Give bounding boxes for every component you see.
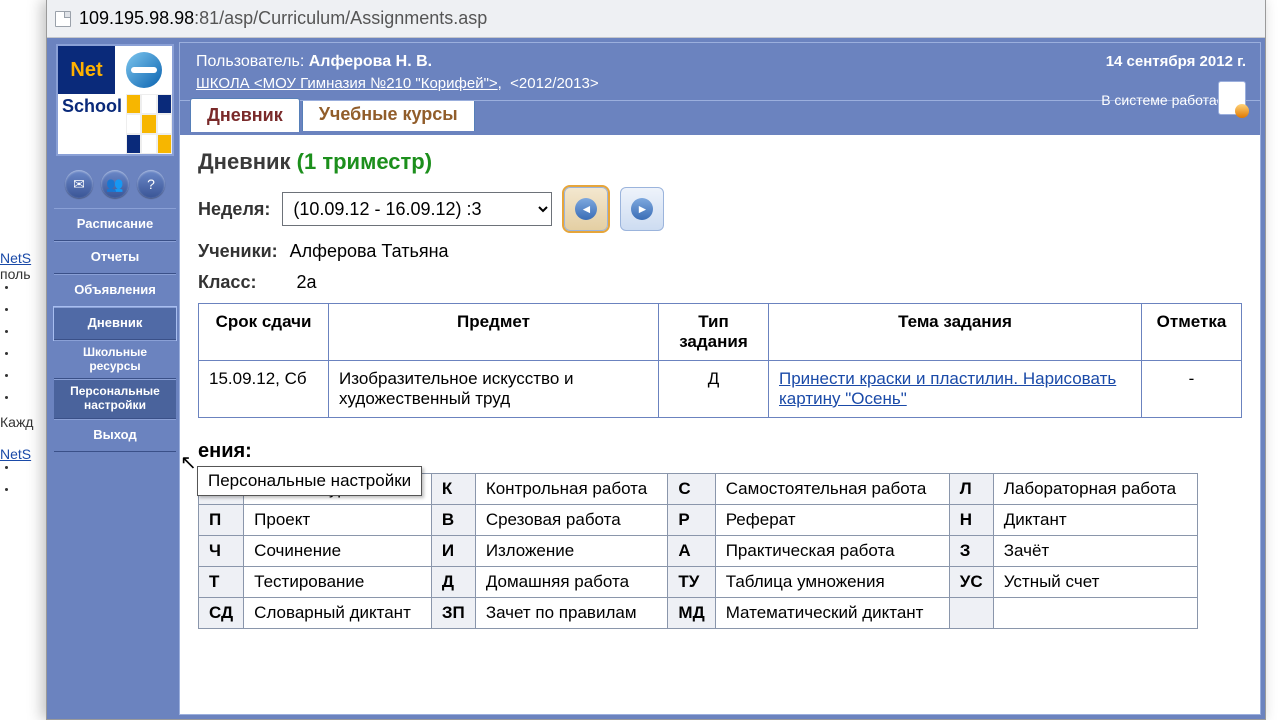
legend-title: ения: — [198, 440, 1242, 463]
bg-link-nets[interactable]: NetS — [0, 250, 31, 266]
legend-value: Самостоятельная работа — [715, 474, 949, 505]
legend-code: МД — [668, 598, 715, 629]
legend-value: Диктант — [993, 505, 1197, 536]
next-week-button[interactable]: ► — [620, 187, 664, 231]
legend-code: Л — [949, 474, 993, 505]
assignments-table: Срок сдачи Предмет Тип задания Тема зада… — [198, 303, 1242, 418]
legend-code: ЗП — [431, 598, 475, 629]
url-text: 109.195.98.98:81/asp/Curriculum/Assignme… — [79, 8, 487, 29]
sidebar: Net School ✉ 👥 ? — [51, 42, 179, 715]
legend-value — [993, 598, 1197, 629]
sidebar-item-school-resources[interactable]: Школьные ресурсы — [54, 340, 176, 380]
legend-code: И — [431, 536, 475, 567]
cursor-icon: ↖ — [180, 450, 197, 475]
sidebar-item-personal-settings[interactable]: Персональные настройки — [54, 379, 176, 419]
tab-diary[interactable]: Дневник — [190, 98, 300, 132]
legend-code: К — [431, 474, 475, 505]
week-select[interactable]: (10.09.12 - 16.09.12) :3 — [282, 192, 552, 226]
th-mark: Отметка — [1142, 304, 1242, 361]
page-icon — [55, 11, 71, 27]
browser-window: 109.195.98.98:81/asp/Curriculum/Assignme… — [46, 0, 1266, 720]
legend-value: Таблица умножения — [715, 567, 949, 598]
cell-subject: Изобразительное искусство и художественн… — [329, 361, 659, 418]
legend-value: Реферат — [715, 505, 949, 536]
legend-code: УС — [949, 567, 993, 598]
legend-code: ТУ — [668, 567, 715, 598]
export-icon[interactable] — [1218, 81, 1246, 115]
sidebar-item-reports[interactable]: Отчеты — [54, 241, 176, 274]
address-bar[interactable]: 109.195.98.98:81/asp/Curriculum/Assignme… — [47, 0, 1265, 38]
user-label: Пользователь: — [196, 53, 309, 70]
tab-bar: Дневник Учебные курсы — [180, 97, 1260, 135]
legend-code: В — [431, 505, 475, 536]
sidebar-item-logout[interactable]: Выход — [54, 419, 176, 452]
legend-table: ООтвет на урокеККонтрольная работаССамос… — [198, 473, 1198, 629]
legend-code: Т — [199, 567, 244, 598]
legend-value: Словарный диктант — [244, 598, 432, 629]
th-topic: Тема задания — [769, 304, 1142, 361]
bg-link-nets2[interactable]: NetS — [0, 446, 31, 462]
school-year: <2012/2013> — [510, 75, 598, 92]
legend-code: Н — [949, 505, 993, 536]
ie-icon — [126, 52, 162, 88]
legend-value: Практическая работа — [715, 536, 949, 567]
legend-value: Домашняя работа — [475, 567, 668, 598]
legend-value: Зачёт — [993, 536, 1197, 567]
legend-value: Математический диктант — [715, 598, 949, 629]
legend-value: Изложение — [475, 536, 668, 567]
help-icon[interactable]: ? — [137, 170, 165, 198]
tooltip-personal-settings: Персональные настройки — [197, 466, 422, 496]
legend-code: П — [199, 505, 244, 536]
legend-code: Р — [668, 505, 715, 536]
mail-icon[interactable]: ✉ — [65, 170, 93, 198]
legend-code: А — [668, 536, 715, 567]
legend-value: Тестирование — [244, 567, 432, 598]
school-link[interactable]: ШКОЛА <МОУ Гимназия №210 "Корифей"> — [196, 75, 498, 92]
sidebar-item-diary[interactable]: Дневник — [54, 307, 176, 340]
th-date: Срок сдачи — [199, 304, 329, 361]
legend-value: Лабораторная работа — [993, 474, 1197, 505]
app-logo: Net School — [56, 44, 174, 156]
students-label: Ученики: — [198, 241, 278, 262]
class-label: Класс: — [198, 272, 256, 293]
sidebar-item-schedule[interactable]: Расписание — [54, 208, 176, 241]
class-value: 2а — [296, 272, 316, 293]
legend-value: Устный счет — [993, 567, 1197, 598]
bg-text: поль — [0, 266, 31, 282]
students-value: Алферова Татьяна — [290, 241, 449, 262]
assignment-topic-link[interactable]: Принести краски и пластилин. Нарисовать … — [779, 369, 1116, 408]
prev-week-button[interactable]: ◄ — [564, 187, 608, 231]
legend-code — [949, 598, 993, 629]
cell-type: Д — [659, 361, 769, 418]
th-type: Тип задания — [659, 304, 769, 361]
page-title: Дневник (1 триместр) — [198, 149, 1242, 175]
sidebar-item-announcements[interactable]: Объявления — [54, 274, 176, 307]
user-name: Алферова Н. В. — [309, 53, 432, 70]
table-row: 15.09.12, Сб Изобразительное искусство и… — [199, 361, 1242, 418]
legend-code: СД — [199, 598, 244, 629]
cell-mark: - — [1142, 361, 1242, 418]
legend-code: Д — [431, 567, 475, 598]
legend-value: Сочинение — [244, 536, 432, 567]
legend-value: Проект — [244, 505, 432, 536]
week-label: Неделя: — [198, 199, 270, 220]
header-date: 14 сентября 2012 г. — [1101, 53, 1246, 70]
tab-courses[interactable]: Учебные курсы — [302, 97, 475, 131]
legend-value: Контрольная работа — [475, 474, 668, 505]
legend-value: Зачет по правилам — [475, 598, 668, 629]
users-icon[interactable]: 👥 — [101, 170, 129, 198]
bg-text-kazhd: Кажд — [0, 414, 33, 430]
legend-value: Срезовая работа — [475, 505, 668, 536]
legend-code: Ч — [199, 536, 244, 567]
legend-code: З — [949, 536, 993, 567]
cell-date: 15.09.12, Сб — [199, 361, 329, 418]
header: Пользователь: Алферова Н. В. ШКОЛА <МОУ … — [180, 43, 1260, 101]
th-subject: Предмет — [329, 304, 659, 361]
legend-code: С — [668, 474, 715, 505]
